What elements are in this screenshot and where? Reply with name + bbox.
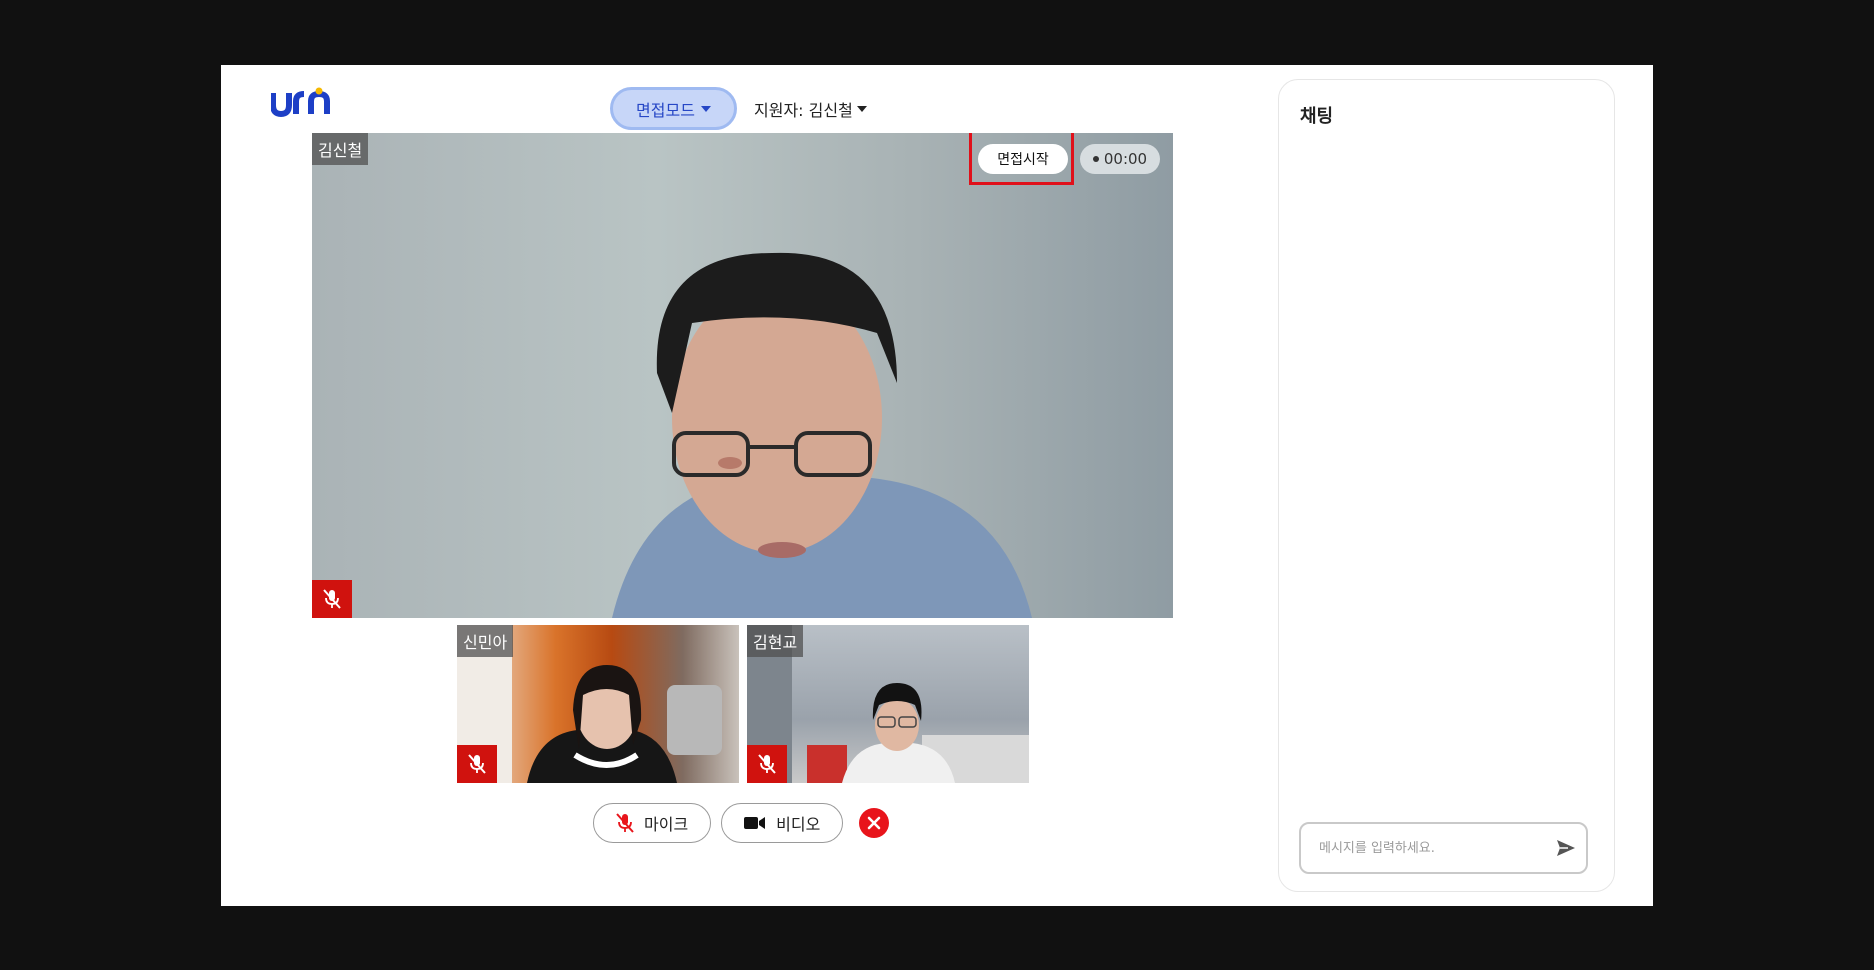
leave-call-button[interactable] <box>859 808 890 838</box>
mic-muted-icon <box>468 754 486 774</box>
mic-muted-icon <box>758 754 776 774</box>
chevron-down-icon <box>700 105 711 112</box>
call-controls: 마이크 비디오 <box>593 803 890 843</box>
mic-muted-badge <box>747 745 787 783</box>
participant-video-tile: 김현교 <box>747 625 1029 783</box>
video-camera-icon <box>744 817 766 829</box>
chat-message-input[interactable] <box>1317 839 1556 857</box>
logo <box>270 87 341 119</box>
send-icon <box>1557 840 1575 856</box>
participant-name-tag: 신민아 <box>457 625 514 657</box>
participant-video-image <box>612 252 1032 618</box>
chat-title: 채팅 <box>1300 106 1334 127</box>
participant-video-tile: 신민아 <box>457 625 739 783</box>
interview-mode-label: 면접모드 <box>636 100 695 120</box>
applicant-label: 지원자: 김신철 <box>754 101 853 120</box>
chevron-down-icon <box>856 106 867 112</box>
mic-muted-icon <box>616 813 634 833</box>
mic-muted-badge <box>457 745 497 783</box>
main-video-feed: 김신철 면접시작 00:00 <box>312 133 1173 618</box>
mic-label: 마이크 <box>644 815 689 834</box>
chat-panel: 채팅 <box>1278 79 1615 892</box>
participant-name-tag: 김신철 <box>312 133 369 165</box>
interview-timer: 00:00 <box>1080 144 1160 174</box>
close-icon <box>868 816 881 830</box>
video-label: 비디오 <box>776 815 821 834</box>
recording-dot-icon <box>1092 156 1099 162</box>
start-interview-button[interactable]: 면접시작 <box>978 144 1068 174</box>
interview-mode-dropdown[interactable]: 면접모드 <box>610 87 737 130</box>
mic-muted-icon <box>323 589 341 609</box>
mic-toggle-button[interactable]: 마이크 <box>593 803 712 843</box>
send-button[interactable] <box>1556 839 1576 857</box>
mic-muted-badge <box>312 580 352 618</box>
logo-mark <box>270 87 330 118</box>
timer-value: 00:00 <box>1103 150 1148 168</box>
interview-app: 면접모드 지원자: 김신철 김신철 면접시작 00:00 신민아 김현교 마이크… <box>221 65 1653 906</box>
video-toggle-button[interactable]: 비디오 <box>721 803 844 843</box>
applicant-dropdown[interactable]: 지원자: 김신철 <box>754 96 867 122</box>
participant-name-tag: 김현교 <box>747 625 804 657</box>
chat-input-box <box>1299 822 1588 874</box>
